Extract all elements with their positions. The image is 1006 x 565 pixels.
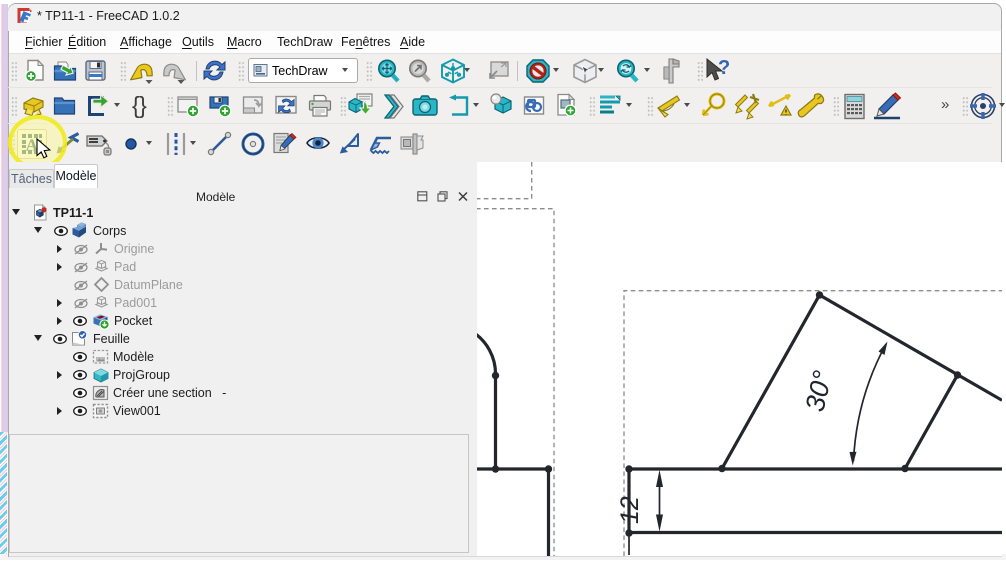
svg-text:A: A	[26, 136, 39, 155]
svg-text:30°: 30°	[800, 368, 838, 415]
svg-text:12: 12	[616, 496, 644, 524]
svg-text:?: ?	[718, 57, 730, 79]
